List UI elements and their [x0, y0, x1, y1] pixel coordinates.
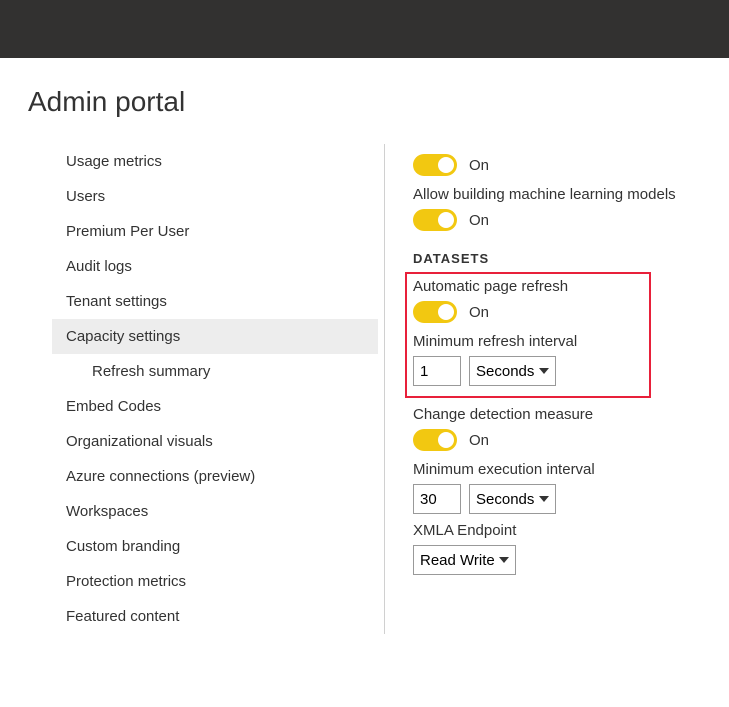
min-exec-input[interactable]	[413, 484, 461, 514]
change-detect-label: Change detection measure	[413, 406, 729, 423]
min-refresh-label: Minimum refresh interval	[413, 333, 643, 350]
xmla-label: XMLA Endpoint	[413, 522, 729, 539]
sidebar-item-tenant-settings[interactable]: Tenant settings	[52, 284, 378, 319]
toggle-auto-refresh[interactable]	[413, 301, 457, 323]
toggle-top[interactable]	[413, 154, 457, 176]
sidebar-item-label: Premium Per User	[66, 223, 189, 240]
sidebar-item-label: Organizational visuals	[66, 433, 213, 450]
toggle-allow-ml[interactable]	[413, 209, 457, 231]
sidebar-item-azure-connections[interactable]: Azure connections (preview)	[52, 459, 378, 494]
sidebar-item-protection-metrics[interactable]: Protection metrics	[52, 564, 378, 599]
sidebar-item-label: Capacity settings	[66, 328, 180, 345]
vertical-divider	[384, 144, 385, 634]
sidebar-item-custom-branding[interactable]: Custom branding	[52, 529, 378, 564]
toggle-auto-refresh-label: On	[469, 304, 489, 321]
sidebar-item-users[interactable]: Users	[52, 179, 378, 214]
min-exec-unit-select[interactable]: Seconds	[469, 484, 556, 514]
sidebar-item-featured-content[interactable]: Featured content	[52, 599, 378, 634]
sidebar-item-premium-per-user[interactable]: Premium Per User	[52, 214, 378, 249]
toggle-top-label: On	[469, 157, 489, 174]
sidebar-item-usage-metrics[interactable]: Usage metrics	[52, 144, 378, 179]
sidebar-item-label: Featured content	[66, 608, 179, 625]
toggle-allow-ml-label: On	[469, 212, 489, 229]
top-bar	[0, 0, 729, 58]
min-refresh-input[interactable]	[413, 356, 461, 386]
sidebar-item-label: Refresh summary	[92, 363, 210, 380]
sidebar-item-label: Tenant settings	[66, 293, 167, 310]
allow-ml-label: Allow building machine learning models	[413, 186, 729, 203]
toggle-change-detect[interactable]	[413, 429, 457, 451]
min-exec-label: Minimum execution interval	[413, 461, 729, 478]
sidebar: Usage metrics Users Premium Per User Aud…	[28, 144, 378, 634]
sidebar-item-label: Usage metrics	[66, 153, 162, 170]
sidebar-item-capacity-settings[interactable]: Capacity settings	[52, 319, 378, 354]
sidebar-item-audit-logs[interactable]: Audit logs	[52, 249, 378, 284]
sidebar-subitem-refresh-summary[interactable]: Refresh summary	[52, 354, 378, 389]
sidebar-item-label: Custom branding	[66, 538, 180, 555]
sidebar-item-label: Workspaces	[66, 503, 148, 520]
page-title: Admin portal	[28, 86, 729, 118]
sidebar-item-label: Protection metrics	[66, 573, 186, 590]
sidebar-item-label: Users	[66, 188, 105, 205]
sidebar-item-label: Audit logs	[66, 258, 132, 275]
sidebar-item-workspaces[interactable]: Workspaces	[52, 494, 378, 529]
highlight-box: Automatic page refresh On Minimum refres…	[405, 272, 651, 398]
sidebar-item-label: Azure connections (preview)	[66, 468, 255, 485]
min-refresh-unit-select[interactable]: Seconds	[469, 356, 556, 386]
sidebar-item-embed-codes[interactable]: Embed Codes	[52, 389, 378, 424]
datasets-header: DATASETS	[413, 251, 729, 266]
toggle-change-detect-label: On	[469, 432, 489, 449]
main-panel: On Allow building machine learning model…	[413, 144, 729, 634]
sidebar-item-label: Embed Codes	[66, 398, 161, 415]
auto-refresh-label: Automatic page refresh	[413, 278, 643, 295]
xmla-select[interactable]: Read Write	[413, 545, 516, 575]
sidebar-item-organizational-visuals[interactable]: Organizational visuals	[52, 424, 378, 459]
